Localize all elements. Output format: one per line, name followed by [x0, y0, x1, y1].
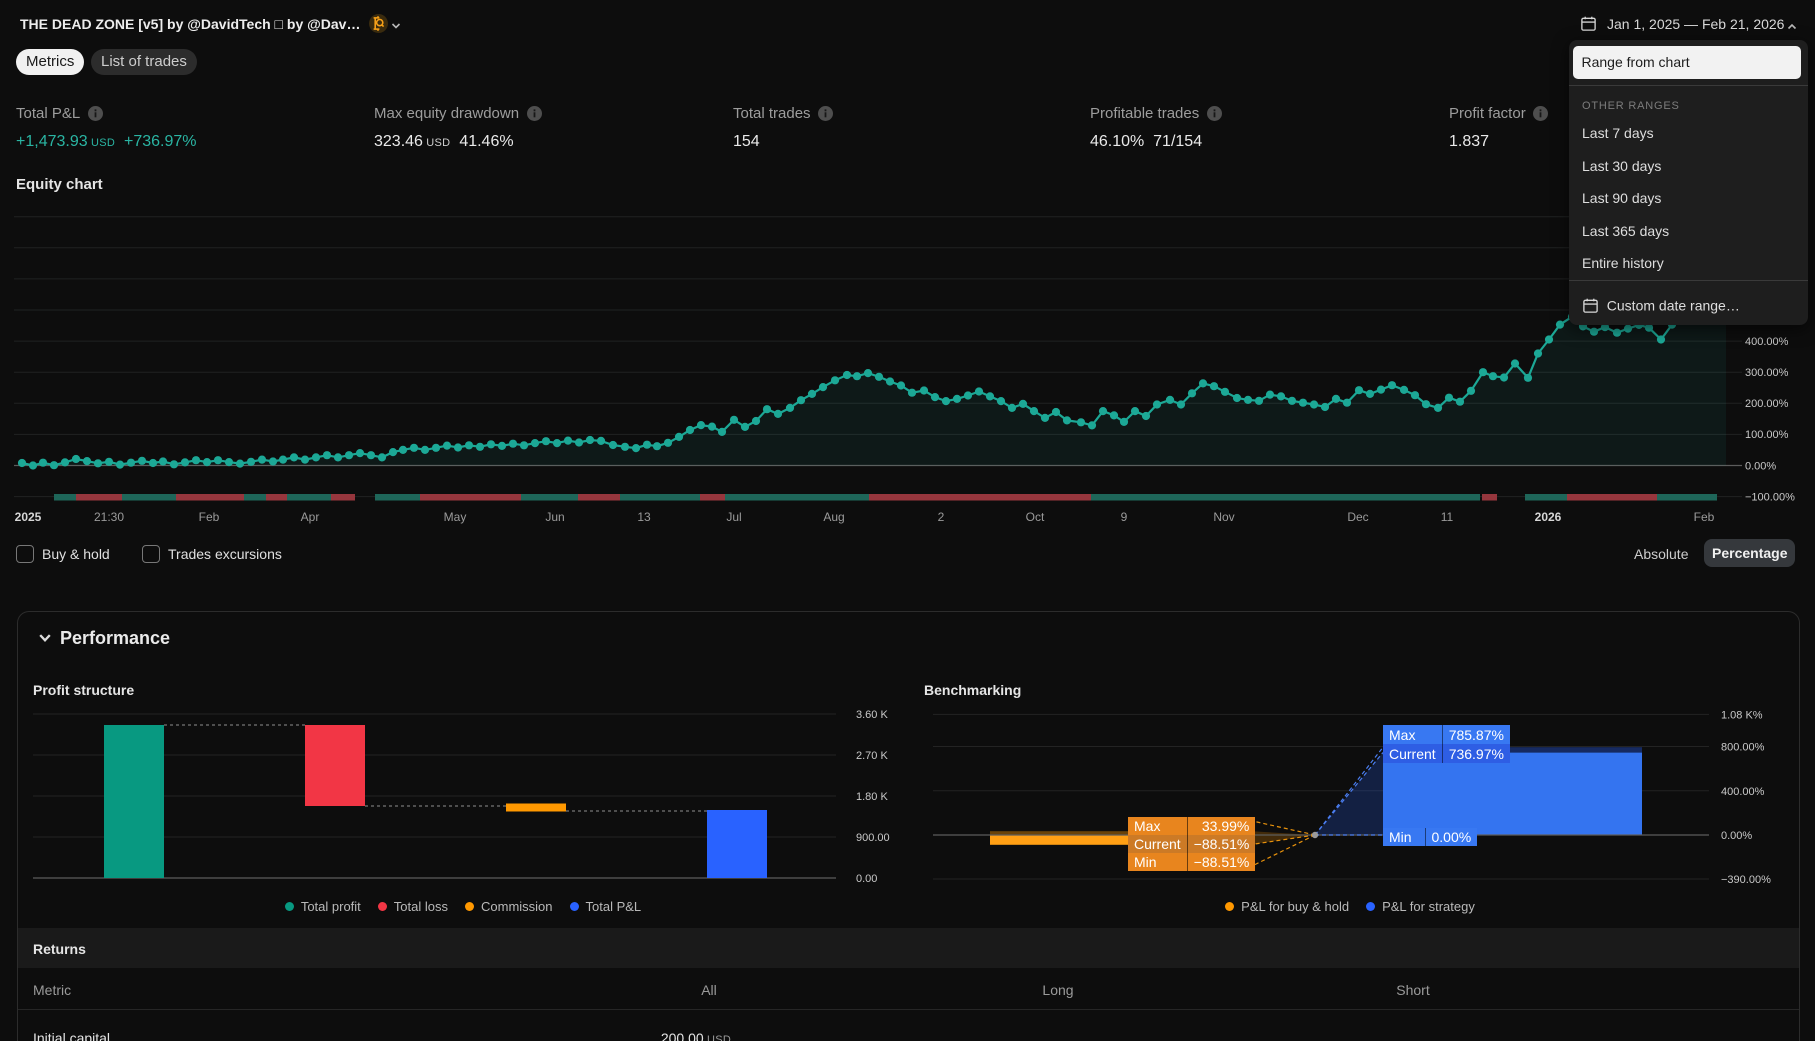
svg-text:11: 11 [1441, 510, 1454, 524]
svg-text:900.00: 900.00 [856, 832, 890, 844]
svg-text:Jul: Jul [726, 510, 741, 524]
svg-text:Oct: Oct [1026, 510, 1045, 524]
svg-text:13: 13 [637, 510, 651, 524]
svg-text:Feb: Feb [199, 510, 220, 524]
svg-text:May: May [444, 510, 467, 524]
svg-text:800.00%: 800.00% [1721, 742, 1765, 754]
svg-text:2.70 K: 2.70 K [856, 750, 888, 762]
svg-text:−100.00%: −100.00% [1745, 491, 1795, 503]
svg-text:9: 9 [1121, 510, 1128, 524]
svg-text:Nov: Nov [1213, 510, 1234, 524]
svg-text:Apr: Apr [301, 510, 320, 524]
svg-text:400.00%: 400.00% [1721, 786, 1765, 798]
svg-text:100.00%: 100.00% [1745, 429, 1789, 441]
svg-text:0.00%: 0.00% [1721, 830, 1752, 842]
svg-text:0.00: 0.00 [856, 873, 877, 885]
svg-text:−390.00%: −390.00% [1721, 874, 1771, 886]
svg-text:2026: 2026 [1535, 510, 1562, 524]
svg-text:400.00%: 400.00% [1745, 336, 1789, 348]
svg-text:3.60 K: 3.60 K [856, 709, 888, 721]
svg-text:0.00%: 0.00% [1745, 460, 1776, 472]
svg-text:1.80 K: 1.80 K [856, 791, 888, 803]
svg-text:1.08 K%: 1.08 K% [1721, 710, 1763, 722]
svg-text:2025: 2025 [15, 510, 42, 524]
svg-text:Feb: Feb [1694, 510, 1715, 524]
svg-text:21:30: 21:30 [94, 510, 124, 524]
svg-text:Jun: Jun [545, 510, 564, 524]
svg-text:Aug: Aug [823, 510, 844, 524]
svg-text:2: 2 [938, 510, 945, 524]
svg-text:300.00%: 300.00% [1745, 367, 1789, 379]
svg-text:200.00%: 200.00% [1745, 398, 1789, 410]
svg-text:Dec: Dec [1347, 510, 1368, 524]
